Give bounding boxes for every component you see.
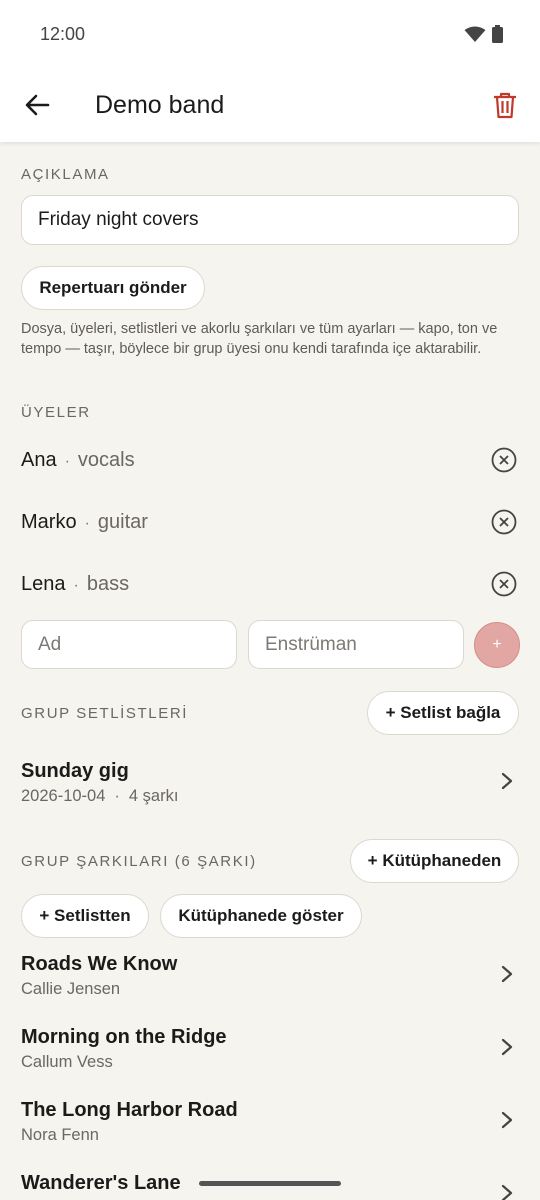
help-text: Dosya, üyeleri, setlistleri ve akorlu şa… bbox=[21, 321, 498, 357]
wifi-icon bbox=[464, 26, 486, 42]
description-field[interactable]: Friday night covers bbox=[21, 195, 519, 245]
setlist-title: Sunday gig bbox=[21, 760, 129, 782]
from-setlist-button[interactable]: + Setlistten bbox=[21, 894, 149, 938]
battery-icon bbox=[492, 25, 503, 43]
status-bar: 12:00 bbox=[0, 0, 540, 68]
close-circle-icon[interactable] bbox=[491, 509, 517, 535]
member-name: Ana bbox=[21, 449, 57, 471]
member-row: Lena · bass bbox=[21, 573, 129, 596]
song-artist: Callum Vess bbox=[21, 1053, 113, 1071]
song-artist: Callie Jensen bbox=[21, 980, 121, 998]
separator-dot: · bbox=[114, 787, 120, 805]
add-member-button[interactable]: + bbox=[474, 622, 520, 668]
song-artist: Nora Fenn bbox=[21, 1126, 99, 1144]
chevron-right-icon[interactable] bbox=[498, 965, 516, 983]
song-title: The Long Harbor Road bbox=[21, 1099, 238, 1121]
setlists-label: GRUP SETLİSTLERİ bbox=[21, 705, 189, 722]
trash-icon[interactable] bbox=[490, 90, 520, 120]
instrument-input[interactable]: Enstrüman bbox=[248, 620, 464, 669]
arrow-left-icon[interactable] bbox=[22, 90, 52, 120]
member-name: Marko bbox=[21, 511, 77, 533]
close-circle-icon[interactable] bbox=[491, 571, 517, 597]
member-role: vocals bbox=[77, 449, 135, 471]
member-row: Marko · guitar bbox=[21, 511, 148, 534]
chevron-right-icon[interactable] bbox=[498, 1184, 516, 1200]
setlist-meta: 2026-10-04 · 4 şarkı bbox=[21, 787, 178, 806]
show-in-library-button[interactable]: Kütüphanede göster bbox=[160, 894, 362, 938]
member-role: bass bbox=[86, 573, 130, 595]
app-bar: Demo band bbox=[0, 68, 540, 142]
status-time: 12:00 bbox=[40, 24, 86, 44]
chevron-right-icon[interactable] bbox=[498, 1111, 516, 1129]
members-label: ÜYELER bbox=[21, 404, 91, 421]
separator-dot: · bbox=[84, 515, 90, 532]
attach-setlist-button[interactable]: + Setlist bağla bbox=[367, 691, 519, 735]
songs-label: GRUP ŞARKILARI (6 ŞARKI) bbox=[21, 853, 257, 870]
send-repertoire-button[interactable]: Repertuarı gönder bbox=[21, 266, 205, 310]
home-indicator[interactable] bbox=[199, 1181, 341, 1186]
separator-dot: · bbox=[64, 453, 70, 470]
setlist-count: 4 şarkı bbox=[128, 787, 179, 805]
song-title: Morning on the Ridge bbox=[21, 1026, 227, 1048]
separator-dot: · bbox=[73, 577, 79, 594]
page-title: Demo band bbox=[95, 91, 225, 119]
song-title: Roads We Know bbox=[21, 953, 178, 975]
chevron-right-icon[interactable] bbox=[498, 772, 516, 790]
member-name-input[interactable]: Ad bbox=[21, 620, 237, 669]
member-role: guitar bbox=[97, 511, 148, 533]
song-title: Wanderer's Lane bbox=[21, 1172, 181, 1194]
chevron-right-icon[interactable] bbox=[498, 1038, 516, 1056]
from-library-button[interactable]: + Kütüphaneden bbox=[350, 839, 519, 883]
close-circle-icon[interactable] bbox=[491, 447, 517, 473]
description-label: AÇIKLAMA bbox=[21, 166, 110, 183]
setlist-date: 2026-10-04 bbox=[21, 787, 106, 805]
member-row: Ana · vocals bbox=[21, 449, 135, 472]
member-name: Lena bbox=[21, 573, 66, 595]
